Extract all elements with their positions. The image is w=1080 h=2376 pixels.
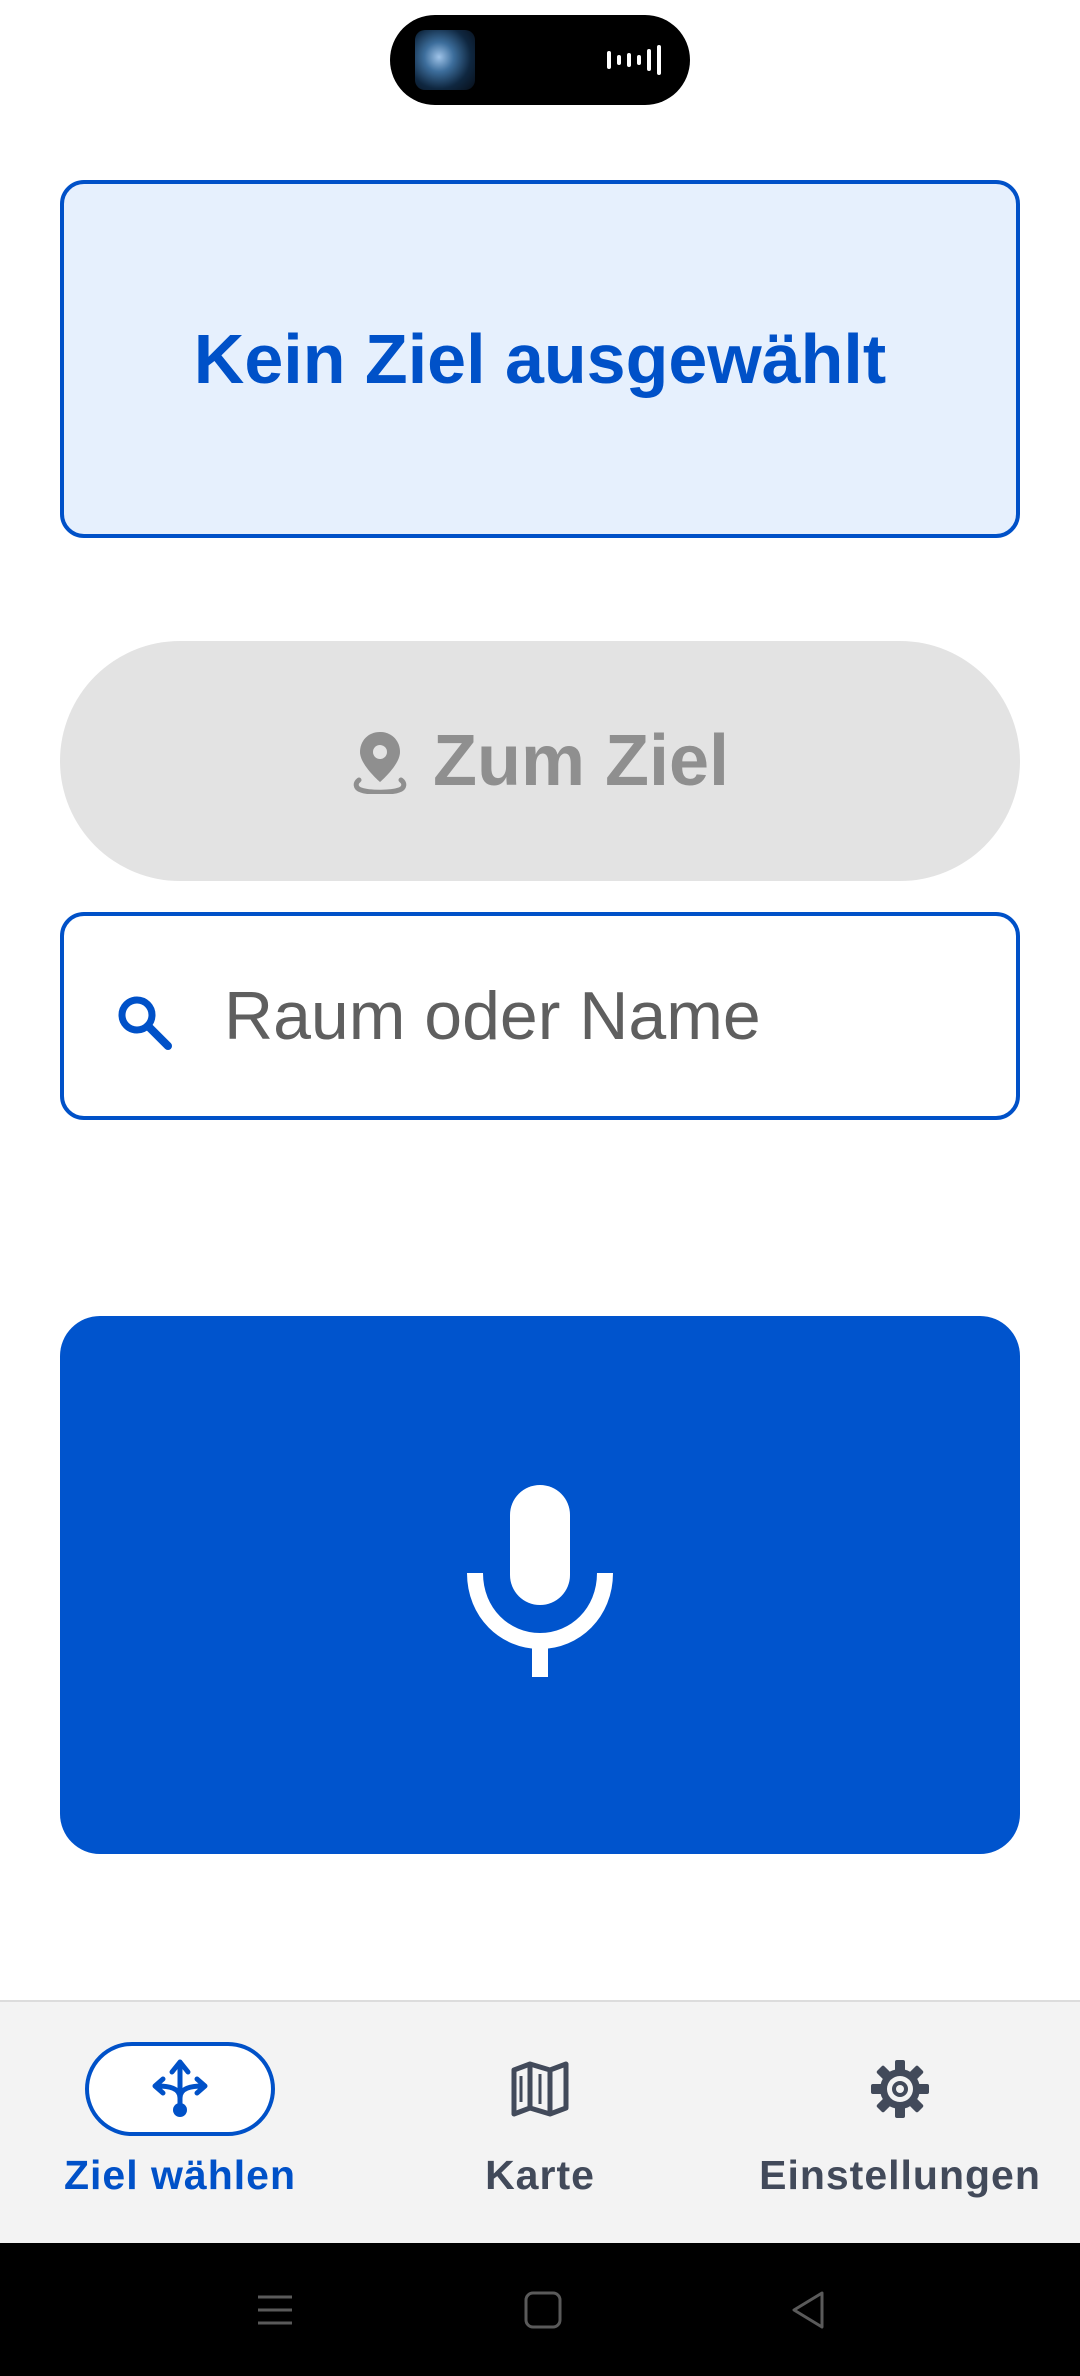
media-thumbnail — [415, 30, 475, 90]
nav-item-map[interactable]: Karte — [360, 2002, 720, 2245]
map-icon — [511, 2061, 569, 2117]
bottom-navigation: Ziel wählen Karte Einstellungen — [0, 2000, 1080, 2243]
status-pill[interactable] — [390, 15, 690, 105]
nav-item-choose-destination[interactable]: Ziel wählen — [0, 2002, 360, 2245]
nav-active-indicator — [85, 2042, 275, 2136]
app-screen: Kein Ziel ausgewählt Zum Ziel Raum oder … — [0, 0, 1080, 2376]
directions-fork-icon — [152, 2059, 208, 2117]
audio-waveform-icon — [607, 45, 661, 75]
nav-label-choose-destination: Ziel wählen — [64, 2152, 296, 2198]
home-icon[interactable] — [518, 2285, 568, 2335]
back-icon[interactable] — [784, 2285, 834, 2335]
search-field[interactable] — [60, 912, 1020, 1120]
go-to-destination-button[interactable]: Zum Ziel — [60, 641, 1020, 881]
search-input[interactable] — [224, 956, 984, 1076]
destination-card: Kein Ziel ausgewählt — [60, 180, 1020, 538]
gear-icon — [871, 2060, 929, 2118]
nav-item-settings[interactable]: Einstellungen — [720, 2002, 1080, 2245]
microphone-icon — [467, 1485, 613, 1677]
voice-input-button[interactable] — [60, 1316, 1020, 1854]
destination-status-text: Kein Ziel ausgewählt — [193, 320, 887, 398]
go-to-destination-label: Zum Ziel — [432, 721, 729, 801]
search-icon — [118, 996, 172, 1050]
nav-label-map: Karte — [485, 2152, 595, 2198]
nav-icon-container — [445, 2042, 635, 2136]
location-pin-icon — [353, 732, 407, 794]
nav-label-settings: Einstellungen — [759, 2152, 1041, 2198]
menu-icon[interactable] — [250, 2285, 300, 2335]
nav-icon-container — [805, 2042, 995, 2136]
system-navigation-bar — [0, 2243, 1080, 2376]
